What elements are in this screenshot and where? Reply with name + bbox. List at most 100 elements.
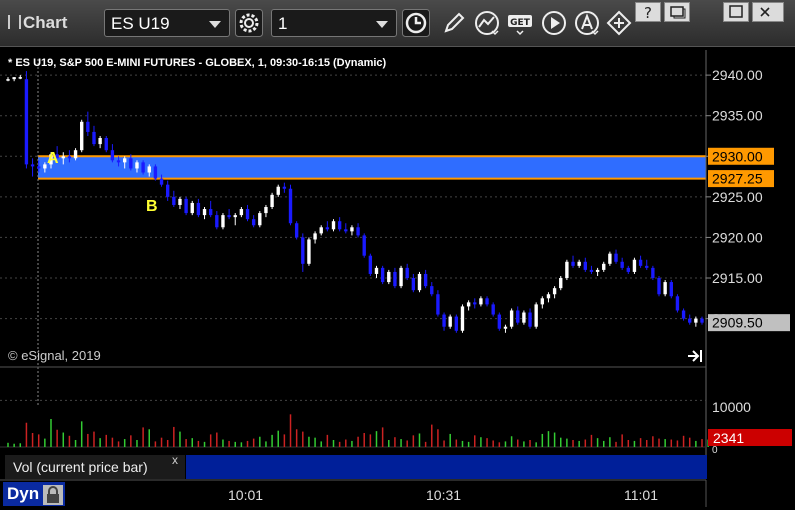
candle-body (73, 150, 78, 159)
toolbar: Chart ES U19 1 GET ? (0, 0, 795, 47)
candle-body (417, 273, 422, 291)
candle-body (614, 253, 618, 262)
price-chart[interactable]: * ES U19, S&P 500 E-MINI FUTURES - GLOBE… (0, 47, 795, 507)
candle-body (6, 79, 10, 81)
interval-value: 1 (278, 14, 288, 33)
candle-body (528, 312, 532, 327)
move-icon[interactable] (605, 9, 633, 37)
a-alert-icon[interactable] (573, 9, 601, 37)
interval-select[interactable]: 1 (271, 9, 397, 37)
svg-text:GET: GET (510, 18, 531, 28)
play-icon[interactable] (540, 9, 568, 37)
candle-body (454, 316, 459, 331)
lock-icon[interactable] (43, 485, 63, 505)
candle-body (196, 202, 201, 216)
candle-body (165, 184, 170, 197)
candle-body (12, 77, 16, 80)
candle-body (282, 186, 287, 189)
candle-body (313, 233, 317, 240)
candle-body (466, 302, 471, 307)
candle-body (442, 314, 446, 327)
volume-legend: Vol (current price bar) x (5, 453, 707, 479)
candle-body (423, 273, 428, 287)
gear-icon[interactable] (235, 9, 263, 37)
hline-upper-label: 2930.00 (712, 148, 763, 164)
candle-body (620, 261, 624, 268)
chart-header: * ES U19, S&P 500 E-MINI FUTURES - GLOBE… (8, 57, 387, 69)
clock-icon[interactable] (402, 9, 430, 37)
candle-body (632, 259, 637, 272)
candle-body (540, 298, 545, 305)
symbol-value: ES U19 (111, 14, 170, 33)
candle-body (356, 227, 360, 236)
pencil-icon[interactable] (440, 9, 468, 37)
candle-body (251, 219, 256, 226)
candle-body (190, 202, 194, 214)
candle-body (602, 263, 606, 270)
candle-body (319, 227, 323, 234)
time-tick-label: 11:01 (624, 487, 658, 503)
price-tick-label: 2920.00 (712, 229, 763, 245)
candle-body (546, 294, 551, 299)
candle-body (608, 253, 612, 264)
candles (6, 71, 704, 333)
help-icon[interactable]: ? (635, 2, 661, 22)
candle-body (374, 267, 379, 274)
restore-icon[interactable] (664, 2, 690, 22)
candle-body (159, 178, 164, 185)
candle-body (344, 229, 348, 232)
candle-body (233, 215, 237, 218)
candle-body (430, 286, 434, 295)
candle-body (651, 267, 655, 279)
candle-body (135, 162, 139, 169)
volume-study-label[interactable]: Vol (current price bar) (5, 455, 185, 479)
candle-body (270, 194, 274, 207)
candle-body (67, 156, 72, 159)
candle-body (239, 209, 244, 216)
candle-body (534, 304, 538, 327)
candle-body (700, 318, 704, 323)
candle-body (694, 318, 698, 323)
candle-body (227, 215, 231, 218)
candle-body (380, 267, 385, 283)
candle-body (258, 213, 262, 226)
candle-body (589, 269, 594, 272)
candle-body (153, 166, 158, 179)
candle-body (350, 227, 354, 232)
close-icon[interactable] (752, 2, 784, 22)
candle-body (294, 223, 299, 238)
candle-body (577, 261, 581, 266)
candle-body (571, 261, 575, 266)
candle-body (503, 326, 508, 329)
candle-body (307, 239, 311, 264)
candle-body (325, 227, 330, 230)
candle-body (141, 162, 145, 173)
candle-body (626, 267, 630, 272)
candle-body (129, 158, 133, 169)
scroll-to-end-icon[interactable] (688, 350, 702, 362)
candle-body (411, 278, 416, 291)
line-study-icon[interactable] (473, 9, 501, 37)
get-icon[interactable]: GET (506, 9, 534, 37)
symbol-select[interactable]: ES U19 (104, 9, 230, 37)
copyright-text: © eSignal, 2019 (8, 348, 101, 363)
candle-body (559, 278, 563, 289)
close-icon[interactable]: x (172, 453, 178, 467)
chevron-down-icon (376, 21, 388, 28)
svg-text:?: ? (644, 4, 652, 21)
candle-body (657, 278, 661, 295)
candle-body (18, 77, 22, 79)
maximize-icon[interactable] (723, 2, 749, 22)
chart-area[interactable]: * ES U19, S&P 500 E-MINI FUTURES - GLOBE… (0, 47, 795, 507)
volume-bars (7, 414, 709, 447)
candle-body (663, 282, 667, 295)
candle-body (485, 298, 489, 305)
last-volume-label: 2341 (713, 430, 744, 446)
candle-body (61, 156, 65, 159)
candle-body (491, 304, 495, 315)
candle-body (331, 221, 336, 230)
candle-body (215, 215, 219, 228)
candle-body (448, 316, 452, 327)
candle-body (522, 312, 526, 323)
candle-body (436, 294, 440, 315)
